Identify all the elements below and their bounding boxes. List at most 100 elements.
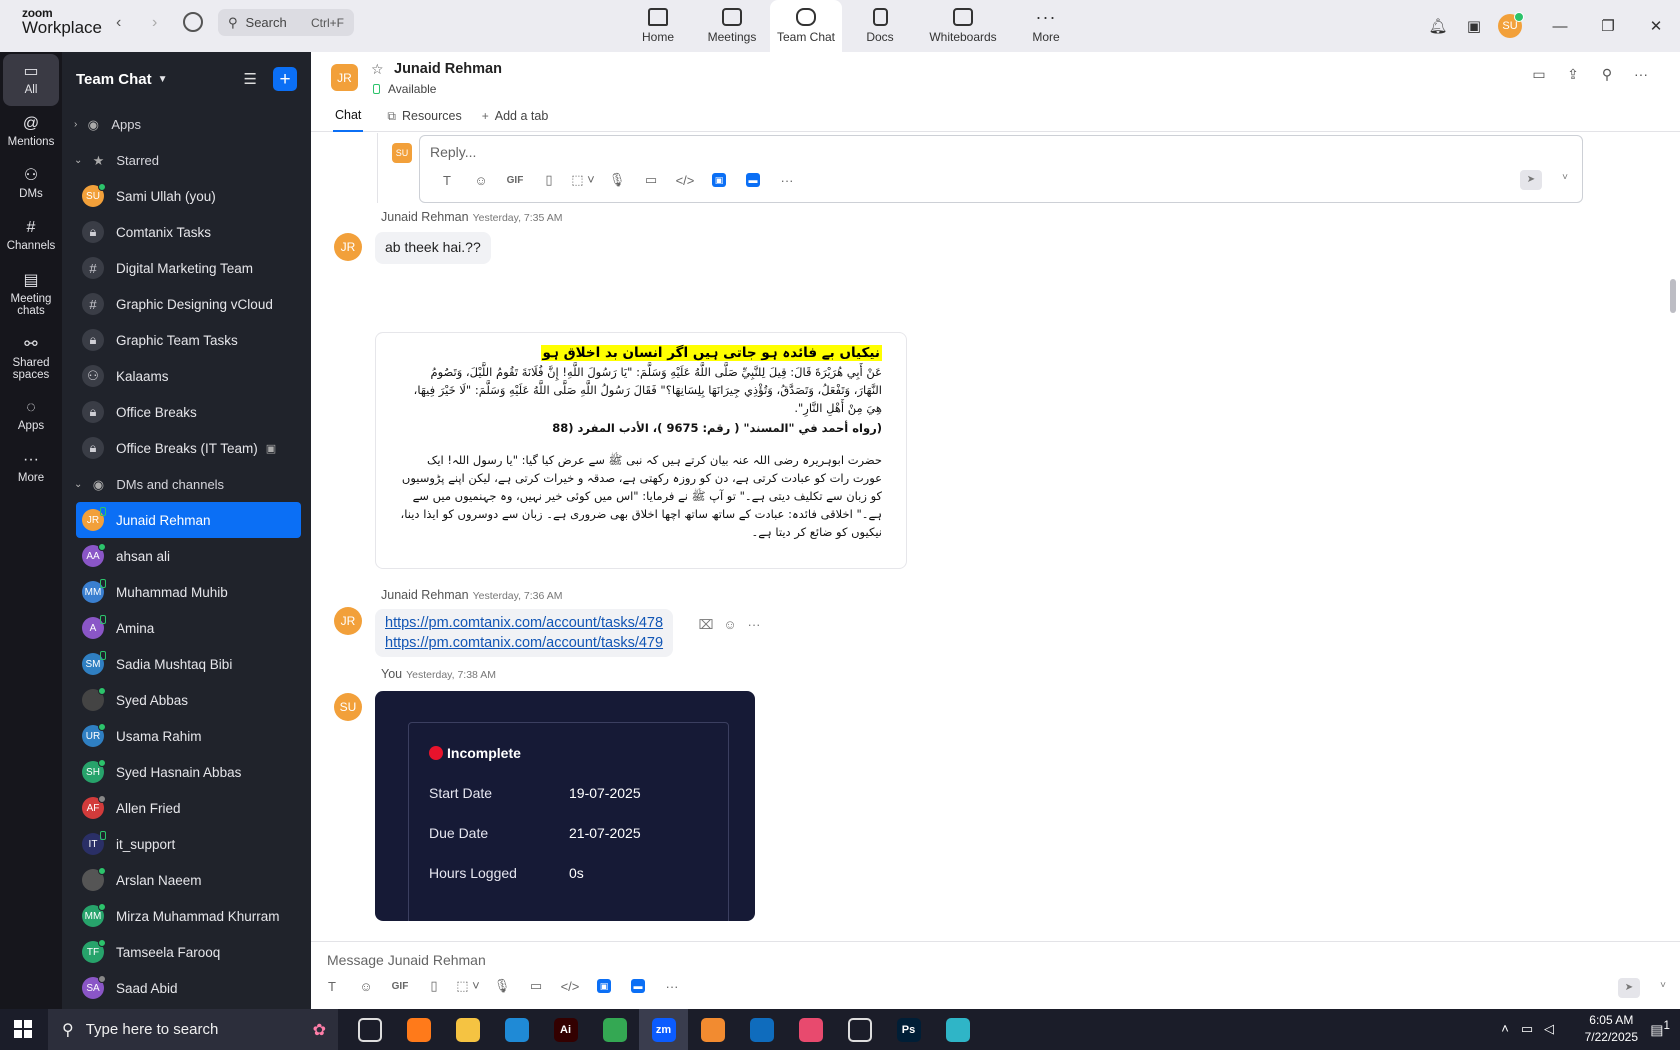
tab-more[interactable]: ··· More	[1010, 0, 1082, 52]
windows-start-icon[interactable]	[14, 1020, 32, 1038]
gif-icon[interactable]: GIF	[383, 981, 417, 992]
taskbar-app-app-orange[interactable]	[688, 1009, 737, 1050]
file-icon[interactable]: ▯	[532, 172, 566, 188]
share-screen-icon[interactable]: ⇪	[1556, 66, 1590, 83]
rail-apps[interactable]: ◌ Apps	[0, 390, 62, 442]
rail-channels[interactable]: # Channels	[0, 210, 62, 262]
format-text-icon[interactable]: T	[430, 173, 464, 188]
code-icon[interactable]: </>	[668, 173, 702, 188]
app-integration-icon[interactable]: ▣	[597, 979, 611, 993]
sidebar-item[interactable]: TF Tamseela Farooq	[76, 934, 301, 970]
rail-mentions[interactable]: @ Mentions	[0, 106, 62, 158]
emoji-icon[interactable]: ☺	[464, 173, 498, 188]
code-icon[interactable]: </>	[553, 979, 587, 994]
sidebar-item[interactable]: 🔒︎ Graphic Team Tasks	[76, 322, 301, 358]
taskbar-app-file-explorer[interactable]	[443, 1009, 492, 1050]
microphone-icon[interactable]: 🎙︎	[485, 978, 519, 994]
sidebar-item[interactable]: 🔒︎ Office Breaks (IT Team) ▣	[76, 430, 301, 466]
more-options-icon[interactable]: ···	[1624, 66, 1658, 83]
add-reaction-icon[interactable]: ☺	[718, 617, 742, 633]
message-composer[interactable]: Message Junaid Rehman T ☺ GIF ▯ ⬚ ˅ 🎙︎ ▭…	[311, 941, 1680, 1009]
sidebar-item[interactable]: UR Usama Rahim	[76, 718, 301, 754]
reply-input[interactable]: Reply... T ☺ GIF ▯ ⬚ ˅ 🎙︎ ▭ </> ▣ ▬ ··· …	[419, 135, 1583, 203]
tab-docs[interactable]: Docs	[844, 0, 916, 52]
history-icon[interactable]	[183, 12, 203, 32]
video-call-icon[interactable]: ▭	[1522, 66, 1556, 83]
sidebar-item[interactable]: AA ahsan ali	[76, 538, 301, 574]
filter-icon[interactable]: ☰	[244, 70, 257, 88]
more-options-icon[interactable]: ···	[742, 617, 766, 633]
taskbar-search[interactable]: ⚲ Type here to search ✿	[48, 1009, 338, 1050]
taskbar-app-firefox[interactable]	[394, 1009, 443, 1050]
apps-section[interactable]: › ◉ Apps	[62, 106, 311, 142]
search-input[interactable]: ⚲ Search Ctrl+F	[218, 9, 354, 36]
rail-dms[interactable]: ⚇ DMs	[0, 158, 62, 210]
taskbar-app-photoshop[interactable]: Ps	[884, 1009, 933, 1050]
zoom-app-icon[interactable]: ▬	[746, 173, 760, 187]
chevron-down-icon[interactable]: ˅	[1660, 980, 1666, 991]
taskbar-app-illustrator[interactable]: Ai	[541, 1009, 590, 1050]
sidebar-item[interactable]: MM Muhammad Muhib	[76, 574, 301, 610]
taskbar-app-app-teal[interactable]	[933, 1009, 982, 1050]
sidebar-item[interactable]: MM Mirza Muhammad Khurram	[76, 898, 301, 934]
reply-icon[interactable]: ⌧	[694, 617, 718, 633]
tab-add[interactable]: + Add a tab	[472, 100, 559, 132]
new-chat-button[interactable]: +	[273, 67, 297, 91]
sender-avatar[interactable]: JR	[334, 233, 362, 261]
sender-name[interactable]: Junaid Rehman	[381, 210, 469, 224]
gif-icon[interactable]: GIF	[498, 175, 532, 186]
star-icon[interactable]: ☆	[371, 61, 384, 78]
volume-icon[interactable]: ◁	[1538, 1021, 1560, 1037]
sidebar-item[interactable]: 🔒︎ Comtanix Tasks	[76, 214, 301, 250]
taskbar-app-chrome[interactable]	[590, 1009, 639, 1050]
sender-avatar[interactable]: JR	[334, 607, 362, 635]
sidebar-title[interactable]: Team Chat	[76, 71, 152, 88]
send-icon[interactable]: ➤	[1618, 978, 1640, 998]
scrollbar-thumb[interactable]	[1670, 279, 1676, 313]
message-bubble[interactable]: ab theek hai.??	[375, 232, 491, 264]
microphone-icon[interactable]: 🎙︎	[600, 172, 634, 188]
tab-chat[interactable]: Chat	[333, 100, 364, 132]
more-options-icon[interactable]: ···	[655, 979, 689, 994]
rail-all[interactable]: ▭ All	[3, 54, 59, 106]
screenshot-icon[interactable]: ⬚ ˅	[566, 172, 600, 188]
sidebar-item[interactable]: AF Allen Fried	[76, 790, 301, 826]
taskbar-app-pen-tool[interactable]	[835, 1009, 884, 1050]
sidebar-item[interactable]: JR Junaid Rehman	[76, 502, 301, 538]
sidebar-item[interactable]: 🔒︎ Office Breaks	[76, 394, 301, 430]
video-message-icon[interactable]: ▭	[519, 978, 553, 994]
rail-meeting-chats[interactable]: ▤ Meeting chats	[0, 262, 62, 328]
task-link[interactable]: https://pm.comtanix.com/account/tasks/47…	[385, 613, 663, 633]
send-icon[interactable]: ➤	[1520, 170, 1542, 190]
taskbar-app-zoom[interactable]: zm	[639, 1009, 688, 1050]
zoom-app-icon[interactable]: ▬	[631, 979, 645, 993]
app-integration-icon[interactable]: ▣	[712, 173, 726, 187]
close-window-button[interactable]: ✕	[1632, 17, 1680, 35]
chevron-down-icon[interactable]: ▼	[158, 74, 168, 85]
chevron-down-icon[interactable]: ˅	[1562, 172, 1568, 183]
format-text-icon[interactable]: T	[315, 979, 349, 994]
sidebar-item[interactable]: # Digital Marketing Team	[76, 250, 301, 286]
rail-shared-spaces[interactable]: ⚯ Shared spaces	[0, 328, 62, 390]
image-attachment[interactable]: نیکیاں بے فائدہ ہو جاتی ہیں اگر انسان بد…	[375, 332, 907, 569]
tab-team-chat[interactable]: Team Chat	[770, 0, 842, 52]
starred-section[interactable]: ⌄ ★ Starred	[62, 142, 311, 178]
task-card[interactable]: Incomplete Start Date 19-07-2025 Due Dat…	[375, 691, 755, 921]
taskbar-app-creative-cloud[interactable]	[786, 1009, 835, 1050]
message-list[interactable]: SU Reply... T ☺ GIF ▯ ⬚ ˅ 🎙︎ ▭ </> ▣ ▬ ·…	[311, 133, 1680, 941]
tab-home[interactable]: Home	[622, 0, 694, 52]
tab-resources[interactable]: ⧉ Resources	[377, 100, 471, 132]
sidebar-item[interactable]: SH Syed Hasnain Abbas	[76, 754, 301, 790]
notification-icon[interactable]: ▤1	[1650, 1019, 1670, 1039]
network-icon[interactable]: ▭	[1516, 1021, 1538, 1037]
sidebar-item[interactable]: Syed Abbas	[76, 682, 301, 718]
sidebar-item[interactable]: SU Sami Ullah (you)	[76, 178, 301, 214]
sidebar-item[interactable]: A Amina	[76, 610, 301, 646]
file-icon[interactable]: ▯	[417, 978, 451, 994]
contact-name[interactable]: Junaid Rehman	[394, 61, 502, 77]
tab-whiteboards[interactable]: Whiteboards	[918, 0, 1008, 52]
user-avatar[interactable]: SU	[1498, 12, 1524, 38]
dms-section[interactable]: ⌄ ◉ DMs and channels	[62, 466, 311, 502]
contact-avatar[interactable]: JR	[331, 64, 358, 91]
tab-meetings[interactable]: Meetings	[696, 0, 768, 52]
